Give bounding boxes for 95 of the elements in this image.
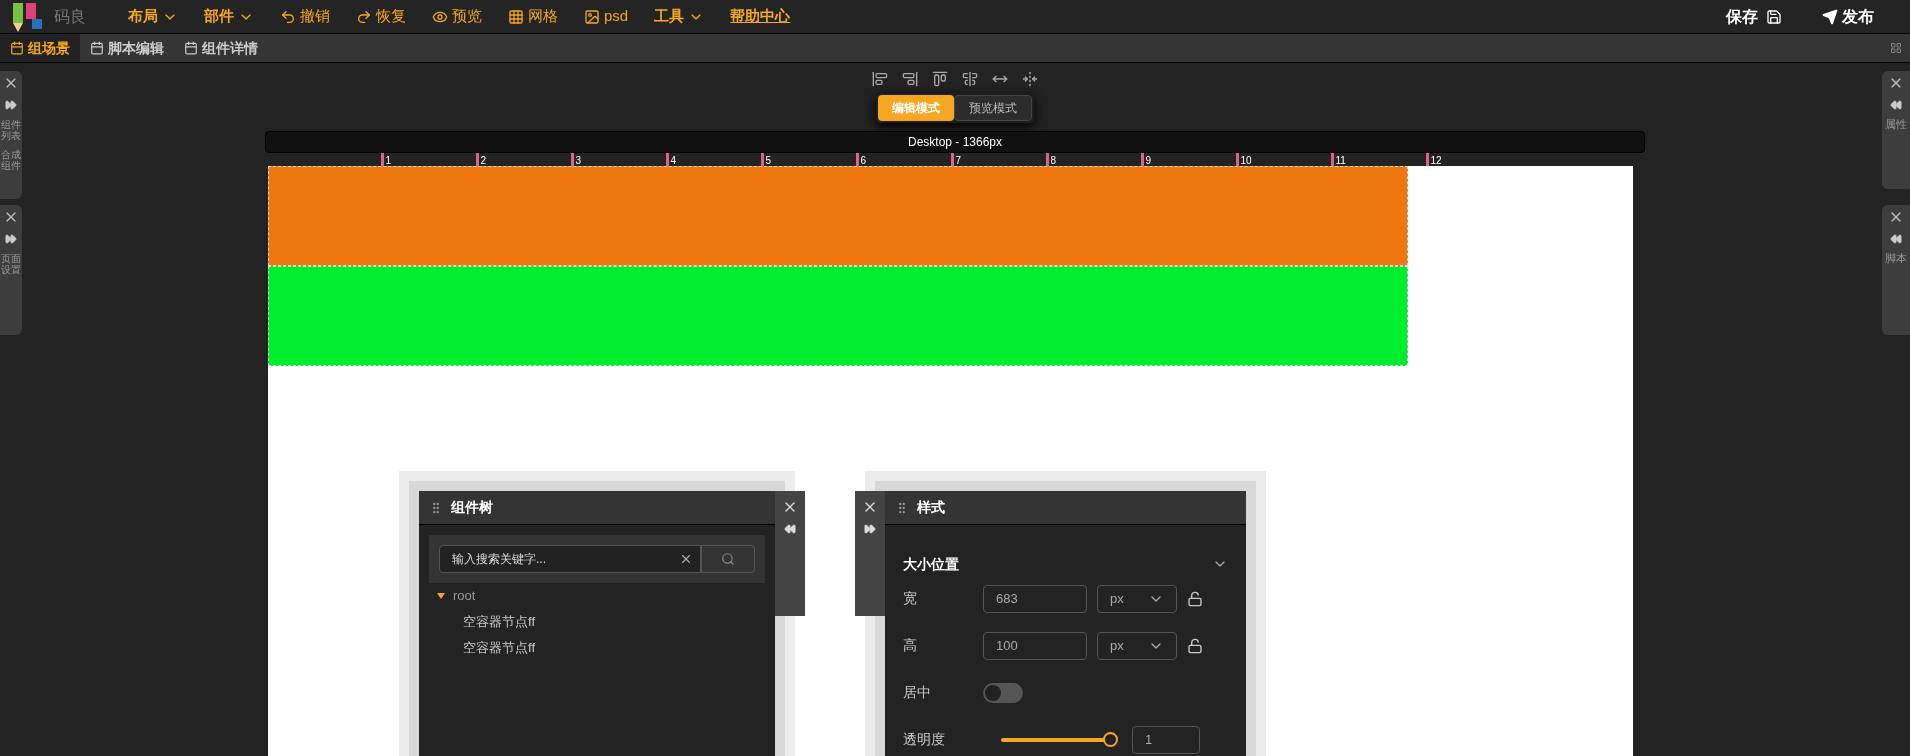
app-name: 码良	[54, 6, 86, 27]
panel-title: 样式	[917, 498, 945, 517]
ruler-label: 11	[1335, 156, 1346, 166]
ruler-label: 9	[1145, 156, 1152, 166]
toolbar-button[interactable]: psd	[584, 5, 629, 28]
grid-icon[interactable]	[1890, 42, 1902, 54]
toolbar-button[interactable]: 网格	[508, 5, 558, 28]
save-icon	[1766, 8, 1782, 25]
tree-node[interactable]: 空容器节点ff	[419, 635, 775, 661]
dock-label: 属性	[1885, 119, 1907, 130]
ruler-label: 7	[955, 156, 962, 166]
collapse-icon	[1890, 233, 1902, 245]
dock-tab[interactable]: 页面设置	[0, 205, 22, 335]
unlock-icon[interactable]	[1187, 637, 1203, 654]
collapse-icon	[784, 523, 796, 535]
send-icon	[1822, 8, 1838, 25]
menu-dropdown[interactable]: 部件	[204, 5, 254, 28]
field-label: 透明度	[903, 730, 946, 749]
field-label: 居中	[903, 683, 932, 702]
align-left-icon[interactable]	[872, 71, 888, 87]
ruler-mark	[665, 153, 669, 166]
ruler-label: 4	[670, 156, 677, 166]
ruler-mark	[1330, 153, 1334, 166]
ruler-mark	[475, 153, 479, 166]
dock-tab[interactable]: 脚本	[1882, 205, 1910, 335]
help-link[interactable]: 帮助中心	[730, 5, 791, 28]
ruler-mark	[1140, 153, 1144, 166]
ruler-label: 8	[1050, 156, 1057, 166]
align-top-icon[interactable]	[932, 71, 948, 87]
panel-side-tab[interactable]	[775, 491, 805, 616]
expand-icon	[5, 99, 17, 111]
ruler-label: 6	[860, 156, 867, 166]
menu-dropdown[interactable]: 布局	[128, 5, 178, 28]
toolbar-button[interactable]: 预览	[432, 5, 482, 28]
ruler-mark	[380, 153, 384, 166]
ruler-mark	[1045, 153, 1049, 166]
grid-icon	[508, 8, 524, 25]
toolbar-button[interactable]: 恢复	[356, 5, 406, 28]
ruler-label: 5	[765, 156, 772, 166]
dock-label: 合成组件	[1, 149, 21, 171]
dock-tab[interactable]: 属性	[1882, 71, 1910, 189]
toolbar-button[interactable]: 撤销	[280, 5, 330, 28]
compress-icon[interactable]	[1022, 71, 1038, 87]
menu-dropdown[interactable]: 工具	[654, 5, 705, 28]
expand-icon	[5, 233, 17, 245]
collapse-icon	[1890, 99, 1902, 111]
ruler-label: 12	[1430, 156, 1442, 166]
search-field[interactable]: 输入搜索关键字...	[439, 545, 701, 573]
dock-label: 组件列表	[1, 119, 21, 141]
calendar-icon	[90, 41, 104, 55]
ruler-label: 1	[385, 156, 392, 166]
calendar-icon	[10, 41, 24, 55]
panel-side-tab[interactable]	[855, 491, 885, 616]
ruler-mark	[760, 153, 764, 166]
number-field[interactable]: 1	[1132, 725, 1200, 754]
slider-thumb[interactable]	[1103, 731, 1118, 747]
unit-select[interactable]: px	[1097, 631, 1177, 660]
ruler-label: 2	[480, 156, 487, 166]
align-center-icon[interactable]	[962, 71, 978, 87]
publish-button[interactable]: 发布	[1822, 4, 1874, 29]
ruler-mark	[1235, 153, 1239, 166]
expand-icon	[864, 523, 876, 535]
panel-title: 组件树	[451, 498, 493, 517]
number-field[interactable]: 100	[983, 631, 1087, 660]
dock-label: 页面设置	[1, 253, 21, 275]
device-bar: Desktop - 1366px	[265, 131, 1645, 153]
scene-tab[interactable]: 组件详情	[174, 34, 268, 62]
tree-node[interactable]: root	[419, 583, 775, 609]
redo-icon	[356, 8, 372, 25]
toggle-switch[interactable]	[983, 682, 1023, 703]
tree-node[interactable]: 空容器节点ff	[419, 609, 775, 635]
ruler-mark	[1425, 153, 1429, 166]
align-right-icon[interactable]	[902, 71, 918, 87]
ruler-label: 3	[575, 156, 582, 166]
save-button[interactable]: 保存	[1726, 4, 1782, 29]
scene-tab[interactable]: 组场景	[0, 34, 80, 62]
number-field[interactable]: 683	[983, 584, 1087, 613]
field-label: 宽	[903, 589, 918, 608]
unlock-icon[interactable]	[1187, 590, 1203, 607]
image-icon	[584, 8, 600, 25]
dock-tab[interactable]: 组件列表 合成组件	[0, 71, 22, 199]
mode-button[interactable]: 预览模式	[954, 95, 1032, 121]
dock-label: 脚本	[1885, 253, 1907, 264]
ruler-mark	[855, 153, 859, 166]
field-label: 高	[903, 636, 918, 655]
clear-icon[interactable]	[679, 552, 693, 566]
ruler-mark	[570, 153, 574, 166]
unit-select[interactable]: px	[1097, 584, 1177, 613]
ruler-label: 10	[1240, 156, 1252, 166]
undo-icon	[280, 8, 296, 25]
section-title: 大小位置	[903, 554, 959, 574]
ruler-mark	[950, 153, 954, 166]
search-icon	[721, 552, 735, 566]
calendar-icon	[184, 41, 198, 55]
scene-tab[interactable]: 脚本编辑	[80, 34, 174, 62]
